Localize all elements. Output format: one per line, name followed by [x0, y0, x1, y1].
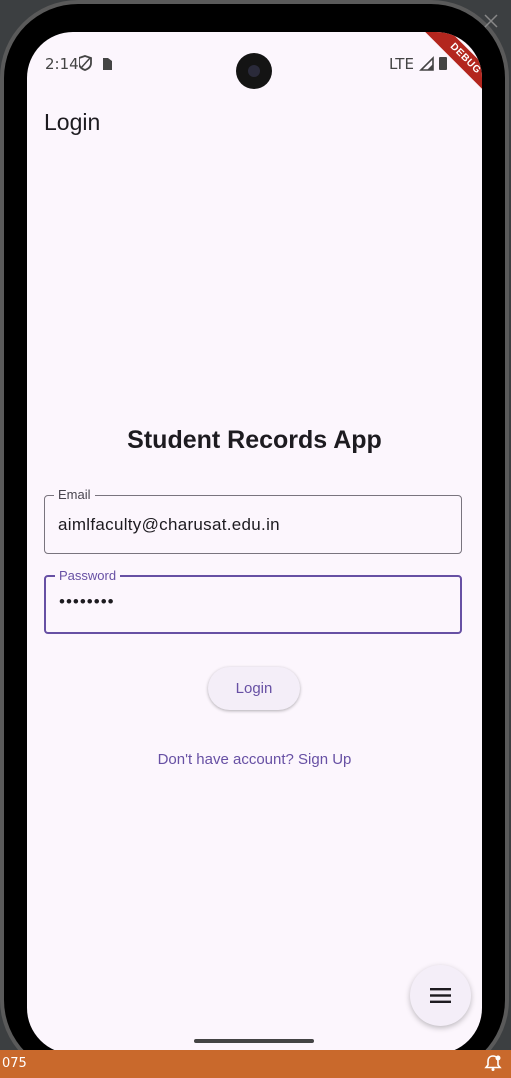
sim-card-icon: [103, 58, 112, 70]
device-screen: 2:14 LTE DEBUG Login Student Records App…: [27, 32, 482, 1054]
front-camera: [236, 53, 272, 89]
status-left-icons: [79, 55, 112, 71]
password-value: ••••••••: [59, 592, 115, 611]
phone-frame: 2:14 LTE DEBUG Login Student Records App…: [0, 0, 509, 1078]
host-counter-text: 075: [2, 1056, 27, 1071]
email-field[interactable]: Email aimlfaculty@charusat.edu.in: [44, 487, 462, 554]
page-title: Login: [44, 109, 101, 135]
email-value: aimlfaculty@charusat.edu.in: [58, 515, 280, 534]
shield-icon: [79, 55, 92, 71]
status-network: LTE: [389, 55, 414, 73]
status-time: 2:14: [45, 55, 79, 73]
app-heading: Student Records App: [127, 426, 382, 454]
email-label: Email: [54, 487, 95, 502]
menu-icon: [430, 988, 451, 1003]
notification-bell-icon[interactable]: [484, 1054, 502, 1072]
phone-bezel: 2:14 LTE DEBUG Login Student Records App…: [4, 4, 505, 1074]
close-icon[interactable]: [482, 12, 500, 30]
host-status-bar: [0, 1050, 511, 1078]
menu-fab[interactable]: [410, 965, 471, 1026]
password-field[interactable]: Password ••••••••: [44, 568, 462, 634]
login-button[interactable]: Login: [208, 667, 300, 710]
battery-icon: [439, 57, 447, 70]
home-indicator[interactable]: [194, 1039, 314, 1043]
signal-icon: [419, 56, 434, 71]
status-right-icons: [419, 56, 447, 71]
password-label: Password: [55, 568, 121, 583]
camera-lens: [248, 65, 260, 77]
signup-link[interactable]: Don't have account? Sign Up: [27, 751, 482, 768]
